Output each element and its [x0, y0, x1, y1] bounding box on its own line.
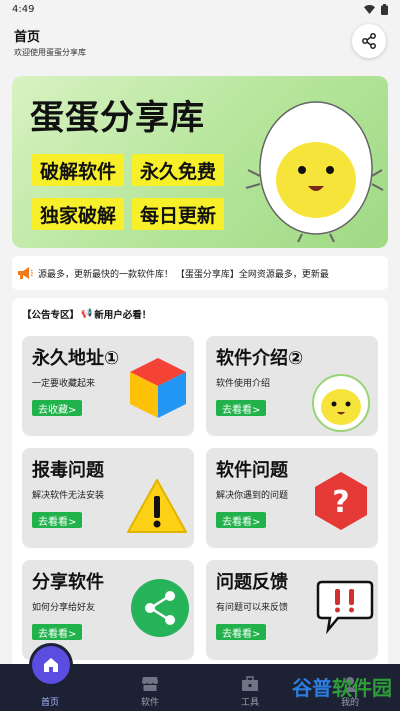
tab-label: 工具: [240, 698, 259, 708]
status-time: 4:49: [12, 3, 35, 15]
banner-title: 蛋蛋分享库: [30, 98, 205, 138]
card-title: 软件介绍②: [216, 348, 304, 369]
svg-text:?: ?: [332, 485, 349, 520]
card-desc: 如何分享给好友: [32, 603, 96, 613]
share-button[interactable]: [352, 24, 386, 58]
watermark-logo: 谷普软件园: [292, 672, 392, 701]
card-title: 报毒问题: [32, 460, 104, 481]
card-button[interactable]: 去看看>: [216, 512, 267, 528]
speech-bubble-icon: [316, 580, 374, 634]
panel-heading-suffix: 新用户必看！: [94, 310, 152, 321]
card-title: 分享软件: [32, 572, 104, 593]
card-button[interactable]: 去看看>: [216, 400, 267, 416]
banner-tag: 每日更新: [132, 198, 225, 230]
card-desc: 一定要收藏起来: [32, 379, 96, 389]
card-desc: 解决软件无法安装: [32, 491, 105, 501]
watermark-part2: 软件园: [332, 676, 392, 700]
card-software-intro[interactable]: 软件介绍② 软件使用介绍 去看看>: [206, 336, 378, 436]
card-desc: 软件使用介绍: [216, 379, 271, 389]
notice-text: 源最多，更新最快的一款软件库！ 【蛋蛋分享库】全网资源最多，更新最: [38, 269, 329, 280]
wifi-icon: [364, 4, 375, 14]
tab-label: 首页: [40, 698, 59, 708]
header: 首页 欢迎使用蛋蛋分享库: [0, 18, 400, 70]
tab-label: 软件: [140, 698, 159, 708]
card-button[interactable]: 去看看>: [32, 512, 83, 528]
banner-tag: 破解软件: [32, 154, 125, 186]
card-title: 软件问题: [216, 460, 288, 481]
banner-tag: 永久免费: [132, 154, 225, 186]
tab-tools[interactable]: 工具: [200, 664, 300, 711]
tab-home[interactable]: 首页: [0, 646, 100, 711]
card-button[interactable]: 去看看>: [216, 624, 267, 640]
watermark-part1: 谷普: [292, 676, 332, 700]
question-hexagon-icon: ?: [315, 472, 367, 530]
share-icon: [362, 33, 376, 49]
egg-mascot-icon: [312, 374, 370, 432]
card-software-issues[interactable]: 软件问题 解决你遇到的问题 去看看> ?: [206, 448, 378, 548]
panel-heading: 【公告专区】 📢 新用户必看！: [22, 307, 151, 321]
cube-icon: [130, 358, 186, 418]
card-button[interactable]: 去收藏>: [32, 400, 83, 416]
home-icon: [32, 646, 70, 684]
panel-heading-label: 【公告专区】: [22, 310, 80, 321]
egg-mascot-illustration: [245, 101, 384, 243]
status-bar: 4:49: [0, 0, 400, 18]
card-permanent-address[interactable]: 永久地址① 一定要收藏起来 去收藏>: [22, 336, 194, 436]
battery-icon: [381, 3, 388, 15]
card-virus-warning[interactable]: 报毒问题 解决软件无法安装 去看看>: [22, 448, 194, 548]
card-share-software[interactable]: 分享软件 如何分享给好友 去看看>: [22, 560, 194, 660]
warning-icon: [127, 479, 187, 533]
tab-software[interactable]: 软件: [100, 664, 200, 711]
share-circle-icon: [131, 579, 189, 637]
card-desc: 有问题可以来反馈: [216, 603, 289, 613]
store-icon: [142, 677, 158, 691]
card-title: 问题反馈: [216, 572, 288, 593]
toolbox-icon: [242, 676, 258, 691]
banner-tag: 独家破解: [32, 198, 125, 230]
promo-banner[interactable]: 蛋蛋分享库 破解软件 永久免费 独家破解 每日更新: [12, 76, 388, 248]
page-subtitle: 欢迎使用蛋蛋分享库: [14, 48, 86, 57]
announcement-panel: 【公告专区】 📢 新用户必看！ 永久地址① 一定要收藏起来 去收藏> 软件介绍②…: [12, 298, 388, 670]
card-button[interactable]: 去看看>: [32, 624, 83, 640]
card-feedback[interactable]: 问题反馈 有问题可以来反馈 去看看>: [206, 560, 378, 660]
page-title: 首页: [14, 30, 41, 45]
card-desc: 解决你遇到的问题: [216, 491, 289, 501]
card-title: 永久地址①: [32, 348, 120, 369]
loudspeaker-emoji: 📢: [81, 309, 93, 319]
status-icons: [364, 3, 388, 15]
notice-bar[interactable]: 源最多，更新最快的一款软件库！ 【蛋蛋分享库】全网资源最多，更新最: [12, 256, 388, 290]
megaphone-icon: [12, 256, 38, 290]
